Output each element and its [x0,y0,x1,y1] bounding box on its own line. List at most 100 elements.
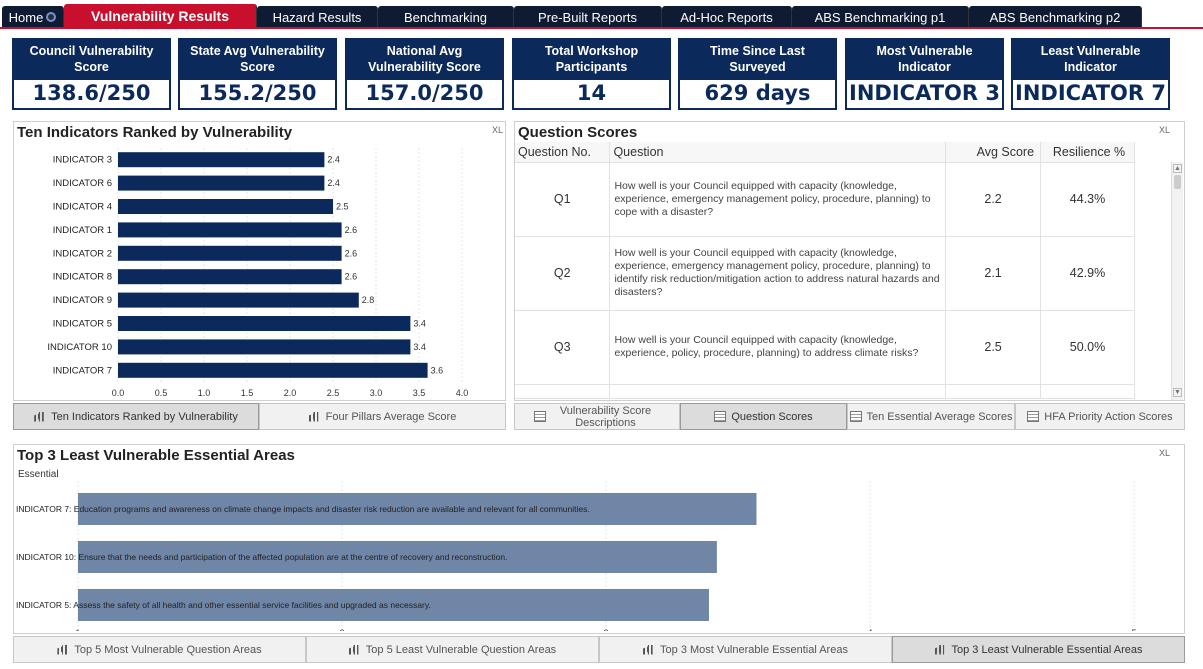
least-vulnerable-essential-chart: 1 2 3 4 5 INDICATOR 7: Education programs and… [16,481,1137,631]
btn-top3-most-vulnerable-essential[interactable]: Top 3 Most Vulnerable Essential Areas [599,636,892,663]
category-label: INDICATOR 2 [53,248,112,259]
category-label: INDICATOR 8 [53,272,112,283]
col-question[interactable]: Question [609,142,947,163]
tab-underline [0,27,1203,29]
bar [118,362,428,378]
home-icon [46,12,57,22]
x-tick-label: 3 [603,628,608,631]
data-label: 3.6 [431,365,444,375]
col-avg-score[interactable]: Avg Score [945,142,1042,163]
kpi-value: 157.0/250 [345,80,504,110]
tab-vulnerability-results[interactable]: Vulnerability Results [64,4,257,28]
btn-top5-least-vulnerable-questions[interactable]: Top 5 Least Vulnerable Question Areas [306,636,599,663]
kpi-time-since-last-surveyed: Time Since Last Surveyed 629 days [678,38,837,110]
bar-chart-icon [57,644,67,655]
kpi-value: 138.6/250 [12,80,171,110]
cell-avg-score: 2.1 [945,236,1042,311]
btn-top5-most-vulnerable-questions[interactable]: Top 5 Most Vulnerable Question Areas [13,636,306,663]
btn-label: Ten Indicators Ranked by Vulnerability [51,410,238,423]
btn-label: Vulnerability Score Descriptions [559,404,652,429]
table-scrollbar[interactable]: ▲ ▼ [1171,162,1183,400]
cell-question-no: Q1 [515,162,611,237]
btn-four-pillars-average[interactable]: Four Pillars Average Score [259,403,506,430]
scroll-down-arrow[interactable]: ▼ [1173,388,1182,397]
tab-hazard-results[interactable]: Hazard Results [257,6,378,28]
cell-resilience: 42.9% [1040,236,1135,311]
kpi-state-avg-vulnerability-score: State Avg Vulnerability Score 155.2/250 [178,38,337,110]
kpi-national-avg-vulnerability-score: National Avg Vulnerability Score 157.0/2… [345,38,504,110]
ranked-panel-tabs: Ten Indicators Ranked by Vulnerability F… [13,403,506,430]
tab-pre-built-reports[interactable]: Pre-Built Reports [514,6,662,28]
x-tick-label: 2.0 [284,388,297,398]
category-label: INDICATOR 6 [53,178,112,189]
data-label: 2.5 [336,202,349,212]
col-resilience[interactable]: Resilience % [1040,142,1135,163]
bar [118,199,333,214]
table-row[interactable]: Q1 How well is your Council equipped wit… [515,162,1135,237]
bar [118,222,342,238]
bar-chart-icon [308,411,319,422]
data-label: 2.8 [362,295,375,305]
tab-home-label: Home [8,9,44,25]
btn-ten-essential-average-scores[interactable]: Ten Essential Average Scores [847,403,1015,430]
question-scores-panel: Question Scores XL Question No. Question… [514,121,1185,401]
btn-top3-least-vulnerable-essential[interactable]: Top 3 Least Vulnerable Essential Areas [892,636,1185,663]
bar [118,269,342,285]
empty-cell [609,384,947,399]
category-label: INDICATOR 3 [53,155,112,166]
data-label: 2.6 [345,248,358,258]
kpi-value: INDICATOR 3 [845,80,1004,110]
kpi-value: 14 [512,80,671,110]
x-tick-label: 0.5 [155,388,168,398]
btn-label: Top 5 Least Vulnerable Question Areas [365,643,557,656]
btn-vulnerability-score-descriptions[interactable]: Vulnerability Score Descriptions [514,403,680,430]
tab-benchmarking[interactable]: Benchmarking [378,6,514,28]
export-xl-icon[interactable]: XL [1159,125,1170,135]
x-tick-label: 5 [1131,628,1136,631]
btn-ten-indicators-ranked[interactable]: Ten Indicators Ranked by Vulnerability [13,403,259,430]
least-vulnerable-essential-panel: Top 3 Least Vulnerable Essential Areas X… [13,444,1185,634]
category-label: INDICATOR 7: Education programs and awar… [16,504,590,514]
export-xl-icon[interactable]: XL [1159,448,1170,458]
tab-ad-hoc-reports[interactable]: Ad-Hoc Reports [662,6,792,28]
btn-question-scores[interactable]: Question Scores [680,403,847,430]
bar [118,175,325,191]
btn-label: Four Pillars Average Score [325,410,457,423]
kpi-total-workshop-participants: Total Workshop Participants 14 [512,38,671,110]
cell-avg-score: 2.2 [945,162,1042,237]
x-tick-label: 3.5 [413,388,426,398]
data-label: 2.6 [345,225,358,235]
x-tick-label: 0.0 [112,388,125,398]
x-tick-label: 4 [867,628,872,631]
btn-label: Ten Essential Average Scores [866,410,1013,423]
table-row[interactable]: Q3 How well is your Council equipped wit… [515,310,1135,385]
bottom-panel-tabs: Top 5 Most Vulnerable Question Areas Top… [13,636,1185,663]
x-tick-label: 1.5 [241,388,254,398]
scroll-thumb[interactable] [1174,175,1181,189]
scroll-up-arrow[interactable]: ▲ [1173,164,1182,173]
category-label: INDICATOR 1 [53,225,112,236]
tab-abs-benchmarking-p1[interactable]: ABS Benchmarking p1 [792,6,969,28]
category-label: INDICATOR 5 [53,319,112,330]
export-xl-icon[interactable]: XL [492,125,503,135]
panel-title: Ten Indicators Ranked by Vulnerability [17,124,293,141]
tab-abs-benchmarking-p2[interactable]: ABS Benchmarking p2 [969,6,1142,28]
kpi-title: Most Vulnerable Indicator [845,38,1004,80]
kpi-most-vulnerable-indicator: Most Vulnerable Indicator INDICATOR 3 [845,38,1004,110]
tab-home[interactable]: Home [2,6,64,28]
kpi-title: Total Workshop Participants [512,38,671,80]
category-label: INDICATOR 7 [53,365,112,376]
kpi-title: State Avg Vulnerability Score [178,38,337,80]
btn-hfa-priority-action-scores[interactable]: HFA Priority Action Scores [1015,403,1185,430]
col-question-no[interactable]: Question No. [515,142,611,163]
bar [118,316,411,331]
data-label: 2.4 [327,178,340,188]
ranked-indicators-panel: Ten Indicators Ranked by Vulnerability X… [13,121,506,401]
kpi-title: Council Vulnerability Score [12,38,171,80]
table-row[interactable]: Q2 How well is your Council equipped wit… [515,236,1135,311]
bar [118,245,342,261]
top-tab-bar: Home Vulnerability Results Hazard Result… [0,0,1203,29]
table-row[interactable] [515,384,1135,399]
empty-cell [515,384,611,399]
empty-cell [1040,384,1135,399]
